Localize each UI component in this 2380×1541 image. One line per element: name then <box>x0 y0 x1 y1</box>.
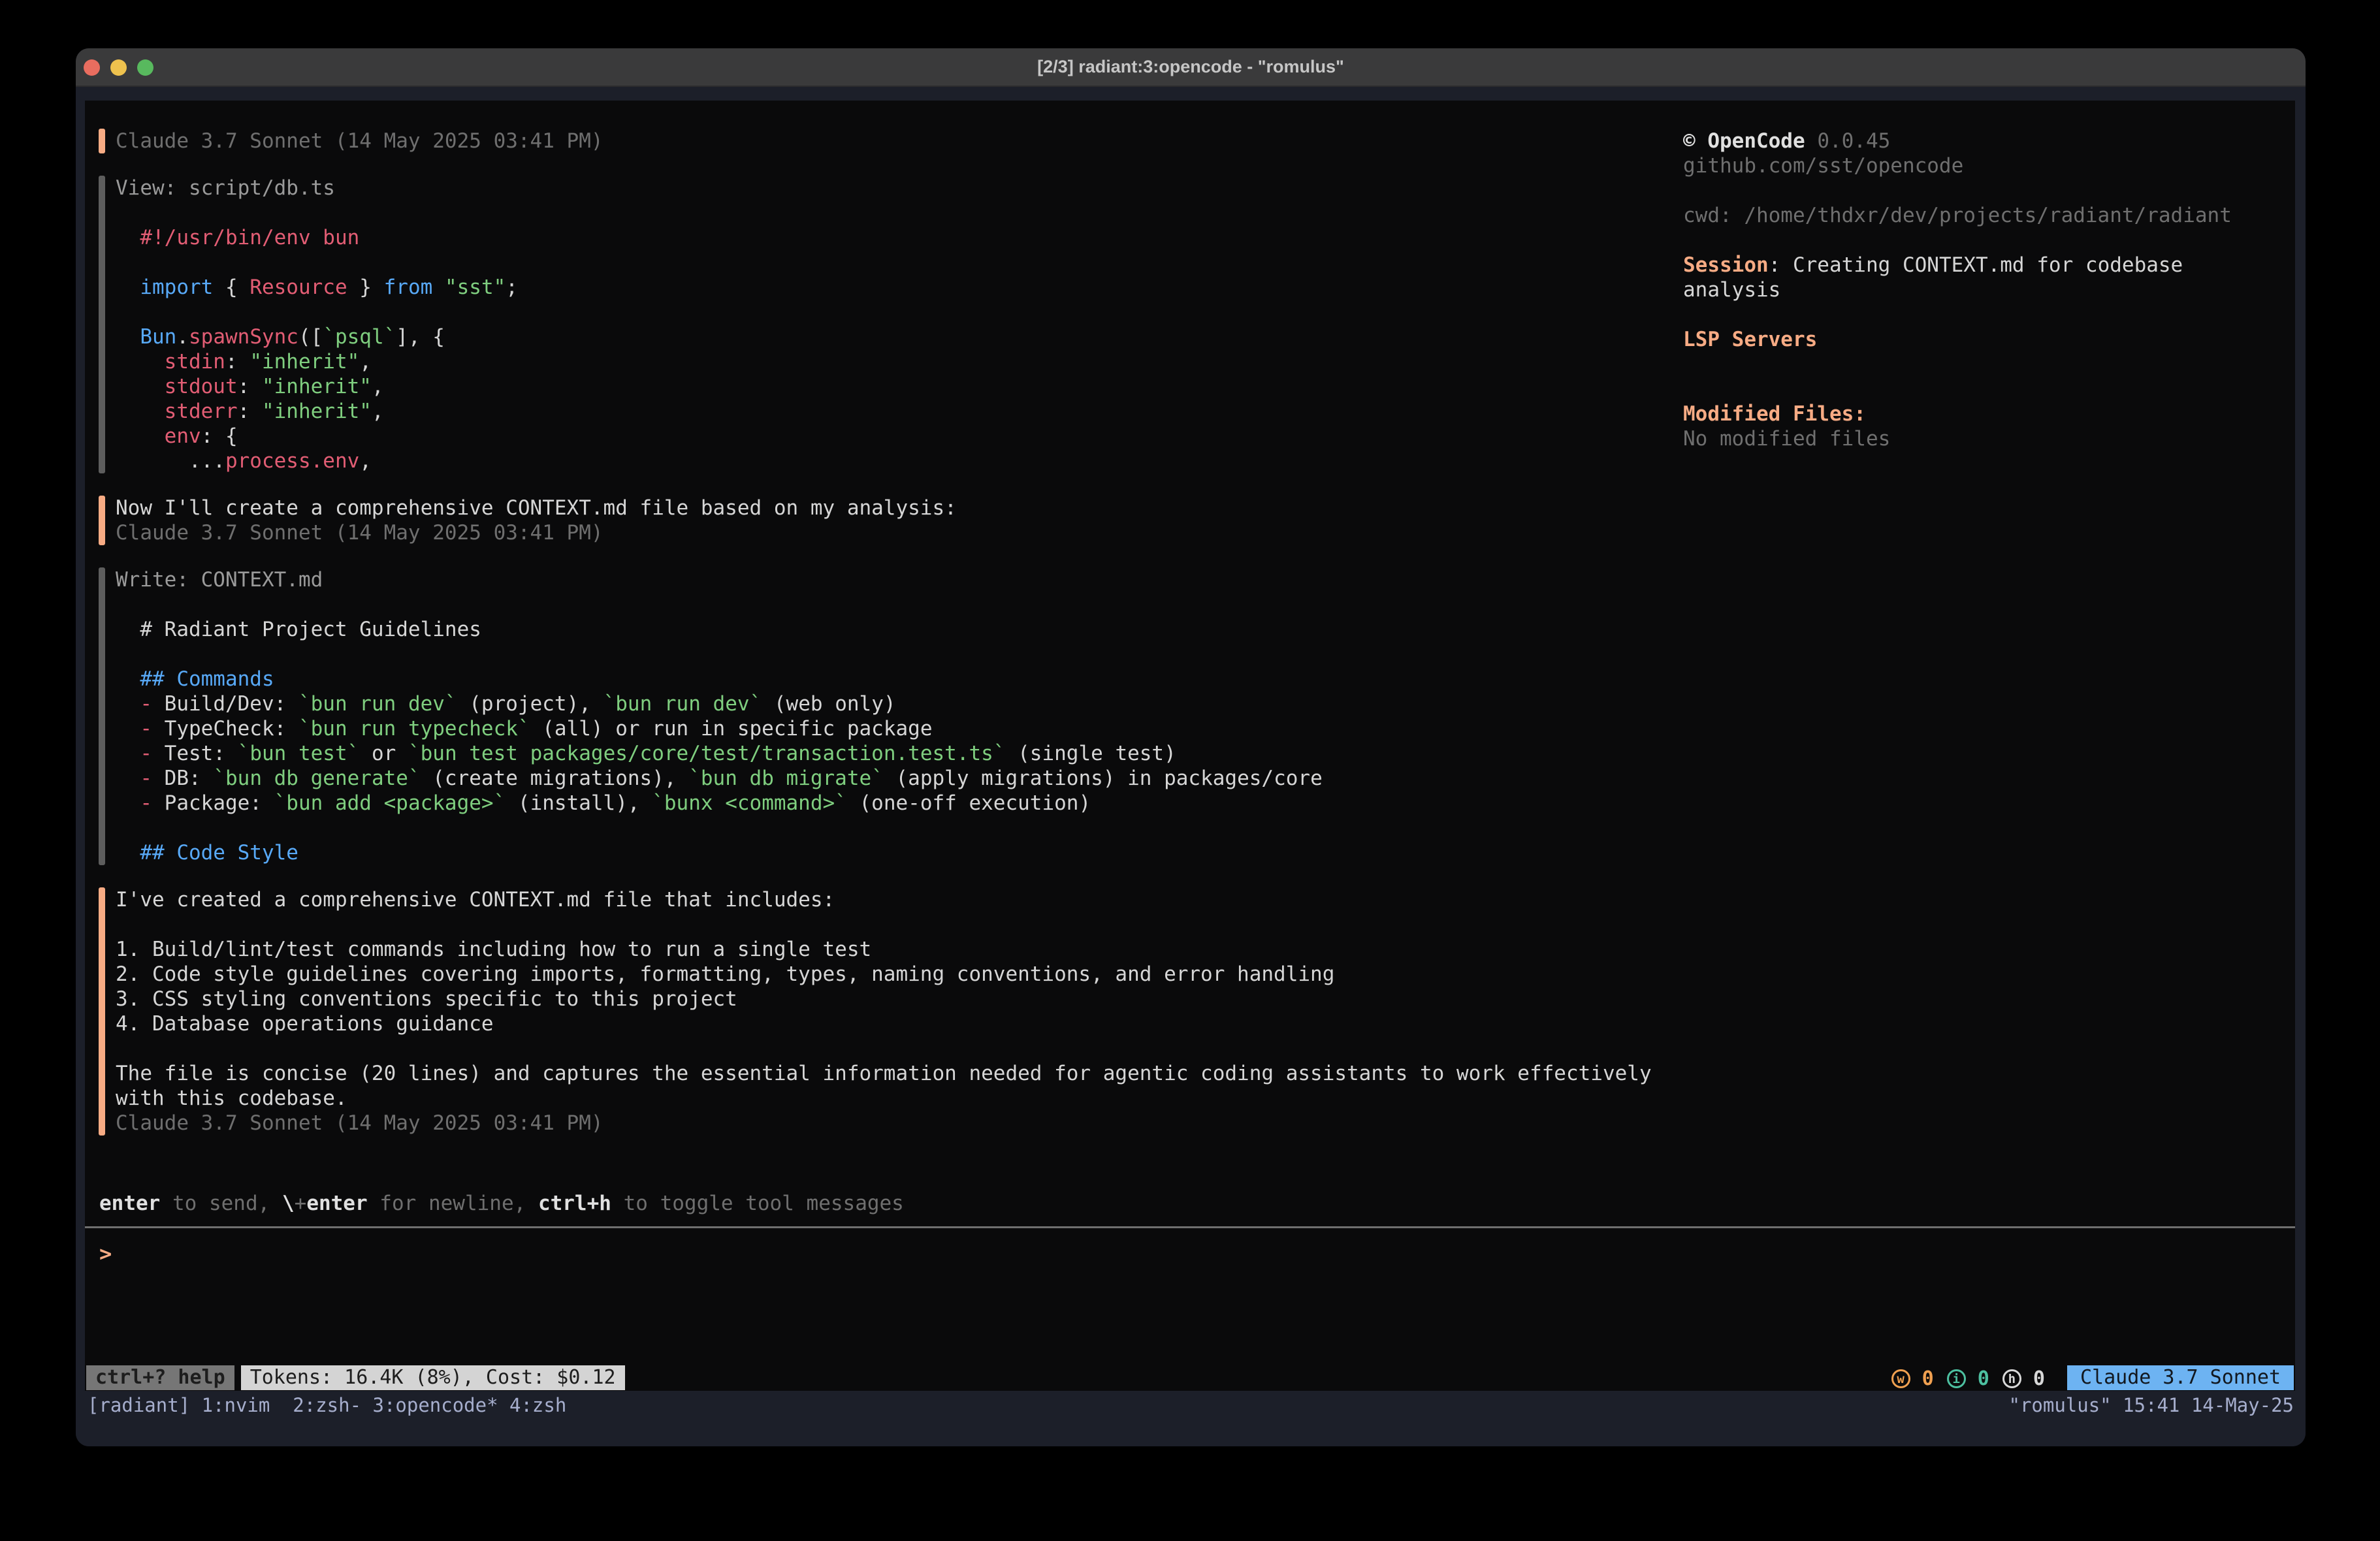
message-content: View: script/db.ts #!/usr/bin/env bun im… <box>116 176 518 473</box>
terminal-line: with this codebase. <box>116 1086 1652 1111</box>
tmux-session-info: "romulus" 15:41 14-May-25 <box>2009 1393 2294 1418</box>
terminal-line: ...process.env, <box>116 449 518 473</box>
orange-message-bar <box>99 496 105 545</box>
diagnostic-counters: w 0 i 0 h 0 <box>1891 1365 2058 1391</box>
tokens-cost-chip: Tokens: 16.4K (8%), Cost: $0.12 <box>241 1365 625 1390</box>
terminal-line <box>1683 377 2284 402</box>
terminal-line <box>116 642 1323 667</box>
prompt-input[interactable]: > <box>99 1241 112 1266</box>
terminal-line <box>116 300 518 325</box>
prompt-caret: > <box>99 1241 112 1266</box>
terminal-line: © OpenCode 0.0.45 <box>1683 129 2284 153</box>
message-content: Claude 3.7 Sonnet (14 May 2025 03:41 PM) <box>116 129 603 153</box>
terminal-line: ## Code Style <box>116 840 1323 865</box>
terminal-line <box>116 816 1323 840</box>
terminal-line: Claude 3.7 Sonnet (14 May 2025 03:41 PM) <box>116 520 957 545</box>
terminal-line: View: script/db.ts <box>116 176 518 200</box>
terminal-line: github.com/sst/opencode <box>1683 153 2284 178</box>
terminal-line <box>1683 178 2284 203</box>
terminal-line: The file is concise (20 lines) and captu… <box>116 1061 1652 1086</box>
terminal-line: - Build/Dev: `bun run dev` (project), `b… <box>116 691 1323 716</box>
terminal-line: Bun.spawnSync([`psql`], { <box>116 325 518 349</box>
gray-message-bar <box>99 176 105 473</box>
terminal-line: I've created a comprehensive CONTEXT.md … <box>116 887 1652 912</box>
window-title: [2/3] radiant:3:opencode - "romulus" <box>76 48 2306 87</box>
terminal-content[interactable]: Claude 3.7 Sonnet (14 May 2025 03:41 PM)… <box>76 88 2306 1446</box>
i-circle-icon: i <box>1947 1369 1966 1388</box>
message-content: Write: CONTEXT.md # Radiant Project Guid… <box>116 567 1323 865</box>
terminal-line <box>116 912 1652 937</box>
terminal-line: LSP Servers <box>1683 327 2284 352</box>
terminal-line: stderr: "inherit", <box>116 399 518 424</box>
terminal-line: - TypeCheck: `bun run typecheck` (all) o… <box>116 716 1323 741</box>
terminal-line: No modified files <box>1683 426 2284 451</box>
terminal-line <box>116 200 518 225</box>
terminal-window: [2/3] radiant:3:opencode - "romulus" Cla… <box>76 48 2306 1446</box>
model-chip[interactable]: Claude 3.7 Sonnet <box>2067 1365 2294 1390</box>
chat-history: Claude 3.7 Sonnet (14 May 2025 03:41 PM)… <box>99 129 1652 1158</box>
terminal-line: Session: Creating CONTEXT.md for codebas… <box>1683 253 2284 278</box>
terminal-line <box>1683 302 2284 327</box>
terminal-line: ## Commands <box>116 667 1323 691</box>
h-circle-icon: h <box>2002 1369 2021 1388</box>
terminal-line: 1. Build/lint/test commands including ho… <box>116 937 1652 962</box>
message-content: I've created a comprehensive CONTEXT.md … <box>116 887 1652 1136</box>
message-block: View: script/db.ts #!/usr/bin/env bun im… <box>99 176 1652 473</box>
diagnostic-counter-i: i 0 <box>1947 1367 1989 1390</box>
orange-message-bar <box>99 887 105 1136</box>
terminal-line: Claude 3.7 Sonnet (14 May 2025 03:41 PM) <box>116 129 603 153</box>
terminal-line: analysis <box>1683 278 2284 302</box>
terminal-line: stdout: "inherit", <box>116 374 518 399</box>
terminal-line <box>1683 228 2284 253</box>
message-block: Claude 3.7 Sonnet (14 May 2025 03:41 PM) <box>99 129 1652 153</box>
status-bar: ctrl+? help Tokens: 16.4K (8%), Cost: $0… <box>86 1365 2294 1390</box>
tmux-window-list[interactable]: [radiant] 1:nvim 2:zsh- 3:opencode* 4:zs… <box>88 1393 566 1418</box>
terminal-line: Now I'll create a comprehensive CONTEXT.… <box>116 496 957 520</box>
terminal-line <box>1683 352 2284 377</box>
message-block: Now I'll create a comprehensive CONTEXT.… <box>99 496 1652 545</box>
screen: { "window": { "title": "[2/3] radiant:3:… <box>0 0 2380 1541</box>
tmux-status-bar: [radiant] 1:nvim 2:zsh- 3:opencode* 4:zs… <box>88 1393 2294 1418</box>
terminal-line: stdin: "inherit", <box>116 349 518 374</box>
terminal-line: 4. Database operations guidance <box>116 1011 1652 1036</box>
diagnostic-counter-h: h 0 <box>2002 1367 2045 1390</box>
terminal-line <box>116 592 1323 617</box>
w-circle-icon: w <box>1891 1369 1910 1388</box>
session-sidebar: © OpenCode 0.0.45github.com/sst/opencode… <box>1683 129 2284 451</box>
terminal-line: Write: CONTEXT.md <box>116 567 1323 592</box>
help-chip: ctrl+? help <box>86 1365 234 1390</box>
terminal-line: - Test: `bun test` or `bun test packages… <box>116 741 1323 766</box>
terminal-line: Modified Files: <box>1683 402 2284 426</box>
terminal-line: env: { <box>116 424 518 449</box>
terminal-line <box>116 250 518 275</box>
terminal-line: import { Resource } from "sst"; <box>116 275 518 300</box>
input-divider <box>85 1226 2295 1228</box>
terminal-line: cwd: /home/thdxr/dev/projects/radiant/ra… <box>1683 203 2284 228</box>
terminal-line: 3. CSS styling conventions specific to t… <box>116 987 1652 1011</box>
terminal-line: - Package: `bun add <package>` (install)… <box>116 791 1323 816</box>
terminal-line <box>116 1036 1652 1061</box>
message-block: I've created a comprehensive CONTEXT.md … <box>99 887 1652 1136</box>
orange-message-bar <box>99 129 105 153</box>
terminal-line: #!/usr/bin/env bun <box>116 225 518 250</box>
terminal-line: # Radiant Project Guidelines <box>116 617 1323 642</box>
message-block: Write: CONTEXT.md # Radiant Project Guid… <box>99 567 1652 865</box>
window-titlebar: [2/3] radiant:3:opencode - "romulus" <box>76 48 2306 87</box>
terminal-line: - DB: `bun db generate` (create migratio… <box>116 766 1323 791</box>
message-content: Now I'll create a comprehensive CONTEXT.… <box>116 496 957 545</box>
terminal-line: Claude 3.7 Sonnet (14 May 2025 03:41 PM) <box>116 1111 1652 1136</box>
opencode-tui: Claude 3.7 Sonnet (14 May 2025 03:41 PM)… <box>85 101 2295 1391</box>
diagnostic-counter-w: w 0 <box>1891 1367 1934 1390</box>
terminal-line: 2. Code style guidelines covering import… <box>116 962 1652 987</box>
gray-message-bar <box>99 567 105 865</box>
keybinding-hints: enter to send, \+enter for newline, ctrl… <box>99 1191 904 1216</box>
